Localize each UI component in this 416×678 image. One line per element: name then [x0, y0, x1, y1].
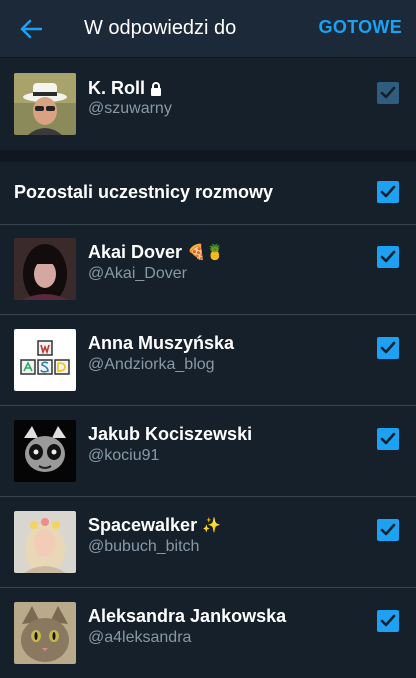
section-divider	[0, 150, 416, 162]
participant-name: Spacewalker ✨	[88, 515, 221, 535]
checkmark-icon	[380, 341, 396, 354]
participant-row[interactable]: Jakub Kociszewski @kociu91	[0, 406, 416, 497]
participant-handle: @Andziorka_blog	[88, 356, 215, 373]
done-button[interactable]: GOTOWE	[319, 17, 402, 38]
participant-name: Jakub Kociszewski	[88, 424, 253, 444]
author-row: K. Roll @szuwarny	[0, 58, 416, 150]
participant-handle: @bubuch_bitch	[88, 538, 200, 555]
participant-checkbox[interactable]	[377, 337, 399, 359]
avatar-image	[14, 511, 76, 573]
sparkles-icon: ✨	[202, 517, 221, 534]
avatar	[14, 420, 76, 482]
emoji-decoration: 🍕🍍	[187, 244, 225, 261]
select-all-checkbox[interactable]	[377, 181, 399, 203]
participant-checkbox[interactable]	[377, 428, 399, 450]
checkmark-icon	[380, 86, 396, 99]
top-bar: W odpowiedzi do GOTOWE	[0, 0, 416, 58]
avatar	[14, 511, 76, 573]
avatar	[14, 602, 76, 664]
participant-name: Aleksandra Jankowska	[88, 606, 287, 626]
page-title: W odpowiedzi do	[84, 17, 237, 39]
author-checkbox	[377, 82, 399, 104]
author-name: K. Roll	[88, 78, 162, 99]
participant-name: Akai Dover 🍕🍍	[88, 242, 225, 262]
section-title: Pozostali uczestnicy rozmowy	[14, 182, 274, 202]
participant-row[interactable]: Spacewalker ✨ @bubuch_bitch	[0, 497, 416, 588]
avatar-image	[14, 238, 76, 300]
checkmark-icon	[380, 523, 396, 536]
checkmark-icon	[380, 614, 396, 627]
back-button[interactable]	[16, 16, 46, 42]
checkmark-icon	[380, 432, 396, 445]
participant-row[interactable]: Akai Dover 🍕🍍 @Akai_Dover	[0, 224, 416, 315]
participant-name: Anna Muszyńska	[88, 333, 235, 353]
avatar	[14, 329, 76, 391]
arrow-left-icon	[20, 19, 42, 39]
checkmark-icon	[380, 185, 396, 198]
participant-checkbox[interactable]	[377, 246, 399, 268]
avatar	[14, 238, 76, 300]
participant-row[interactable]: Anna Muszyńska @Andziorka_blog	[0, 315, 416, 406]
participant-handle: @Akai_Dover	[88, 265, 187, 282]
avatar-image	[14, 420, 76, 482]
lock-icon	[151, 81, 161, 96]
checkmark-icon	[380, 250, 396, 263]
author-handle: @szuwarny	[88, 100, 172, 117]
avatar-image	[14, 73, 76, 135]
avatar-image	[14, 329, 76, 391]
participant-handle: @kociu91	[88, 447, 160, 464]
participant-handle: @a4leksandra	[88, 629, 192, 646]
participants-section-header[interactable]: Pozostali uczestnicy rozmowy	[0, 162, 416, 225]
avatar-image	[14, 602, 76, 664]
participant-checkbox[interactable]	[377, 519, 399, 541]
participant-row[interactable]: Aleksandra Jankowska @a4leksandra	[0, 588, 416, 678]
participant-checkbox[interactable]	[377, 610, 399, 632]
avatar	[14, 73, 76, 135]
